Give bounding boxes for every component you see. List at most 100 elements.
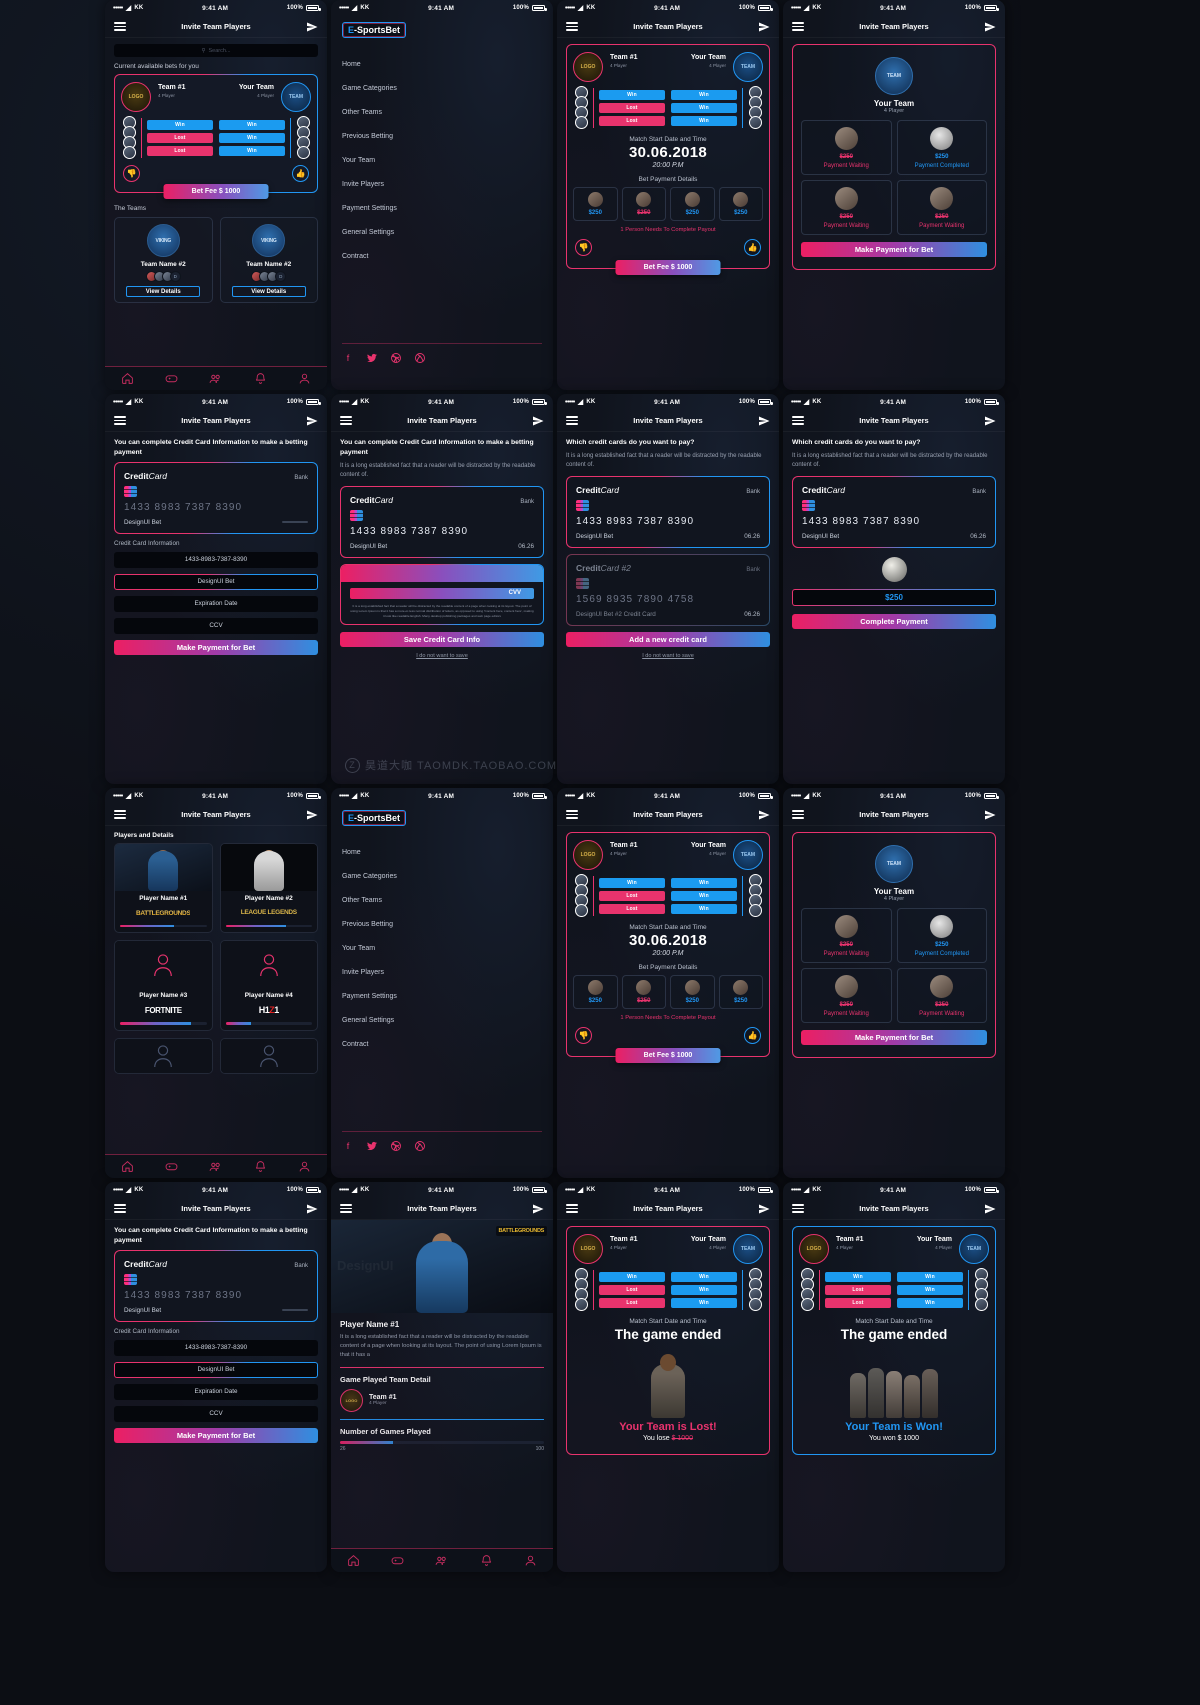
cvv-field[interactable]: CVV [350, 587, 534, 599]
menu-button[interactable] [792, 810, 804, 819]
drawer-item-previous-betting[interactable]: Previous Betting [342, 124, 542, 148]
player-card[interactable]: Player Name #3 FORTNITE [114, 940, 213, 1031]
menu-button[interactable] [792, 1204, 804, 1213]
member-payment-cell[interactable]: $250 Payment Waiting [801, 968, 892, 1023]
bet-fee-button[interactable]: Bet Fee $ 1000 [615, 260, 721, 275]
bell-icon[interactable] [254, 1160, 267, 1173]
complete-payment-button[interactable]: Complete Payment [792, 613, 996, 629]
send-icon[interactable] [758, 809, 770, 821]
do-not-save-link[interactable]: I do not want to save [340, 653, 544, 659]
send-icon[interactable] [984, 809, 996, 821]
drawer-item-general-settings[interactable]: General Settings [342, 220, 542, 244]
cc-name-input[interactable]: DesignUI Bet [114, 574, 318, 590]
member-payment-cell[interactable]: $250 Payment Completed [896, 908, 987, 963]
user-icon[interactable] [298, 1160, 311, 1173]
thumb-down-icon[interactable]: 👎 [123, 165, 140, 182]
make-payment-button[interactable]: Make Payment for Bet [114, 639, 318, 655]
drawer-item-invite-players[interactable]: Invite Players [342, 172, 542, 196]
drawer-item-contract[interactable]: Contract [342, 1032, 542, 1056]
drawer-item-game-categories[interactable]: Game Categories [342, 76, 542, 100]
played-team-row[interactable]: LOGO Team #1 4 Player [340, 1388, 544, 1420]
home-icon[interactable] [347, 1554, 360, 1567]
send-icon[interactable] [532, 415, 544, 427]
menu-button[interactable] [340, 416, 352, 425]
controller-icon[interactable] [165, 372, 178, 385]
controller-icon[interactable] [391, 1554, 404, 1567]
view-details-button[interactable]: View Details [231, 286, 306, 297]
menu-button[interactable] [114, 810, 126, 819]
member-payment-cell[interactable]: $250 Payment Completed [896, 120, 987, 175]
bet-fee-button[interactable]: Bet Fee $ 1000 [163, 184, 269, 199]
bet-fee-button[interactable]: Bet Fee $ 1000 [615, 1048, 721, 1063]
player-card-empty[interactable] [219, 1037, 318, 1074]
team-icon[interactable] [209, 1160, 222, 1173]
menu-button[interactable] [114, 1204, 126, 1213]
send-icon[interactable] [306, 809, 318, 821]
send-icon[interactable] [758, 415, 770, 427]
drawer-item-general-settings[interactable]: General Settings [342, 1008, 542, 1032]
view-details-button[interactable]: View Details [126, 286, 201, 297]
send-icon[interactable] [306, 21, 318, 33]
cc-name-input[interactable]: DesignUI Bet [114, 1362, 318, 1378]
drawer-item-payment-settings[interactable]: Payment Settings [342, 196, 542, 220]
cc-expiry-input[interactable]: Expiration Date [114, 595, 318, 612]
send-icon[interactable] [306, 415, 318, 427]
menu-button[interactable] [114, 416, 126, 425]
cc-expiry-input[interactable]: Expiration Date [114, 1383, 318, 1400]
team-icon[interactable] [435, 1554, 448, 1567]
send-icon[interactable] [984, 415, 996, 427]
cc-ccv-input[interactable]: CCV [114, 1405, 318, 1422]
drawer-item-contract[interactable]: Contract [342, 244, 542, 268]
drawer-item-other-teams[interactable]: Other Teams [342, 100, 542, 124]
member-payment-cell[interactable]: $250 Payment Waiting [896, 180, 987, 235]
cc-number-input[interactable]: 1433-8983-7387-8390 [114, 551, 318, 568]
credit-card-selected[interactable]: CreditCard Bank 1433 8983 7387 8390 Desi… [792, 476, 996, 548]
player-card[interactable]: Player Name #1 BATTLEGROUNDS [114, 843, 213, 934]
drawer-item-payment-settings[interactable]: Payment Settings [342, 984, 542, 1008]
send-icon[interactable] [984, 1203, 996, 1215]
controller-icon[interactable] [165, 1160, 178, 1173]
credit-card-option-2[interactable]: CreditCard #2 Bank 1569 8935 7890 4758 D… [566, 554, 770, 626]
send-icon[interactable] [758, 1203, 770, 1215]
player-card[interactable]: Player Name #2 LEAGUE LEGENDS [219, 843, 318, 934]
home-icon[interactable] [121, 1160, 134, 1173]
thumb-up-icon[interactable]: 👍 [744, 239, 761, 256]
search-input[interactable]: ⚲ Search... [114, 44, 318, 57]
player-card[interactable]: Player Name #4 H1Z1 [219, 940, 318, 1031]
drawer-item-other-teams[interactable]: Other Teams [342, 888, 542, 912]
player-card-empty[interactable] [114, 1037, 213, 1074]
menu-button[interactable] [566, 810, 578, 819]
team-card[interactable]: VIKING Team Name #2 D View Details [219, 217, 318, 303]
make-payment-button[interactable]: Make Payment for Bet [801, 1030, 987, 1045]
make-payment-button[interactable]: Make Payment for Bet [801, 242, 987, 257]
menu-button[interactable] [566, 1204, 578, 1213]
do-not-save-link[interactable]: I do not want to save [566, 653, 770, 659]
thumb-up-icon[interactable]: 👍 [744, 1027, 761, 1044]
member-payment-cell[interactable]: $250 Payment Waiting [801, 180, 892, 235]
menu-button[interactable] [566, 22, 578, 31]
thumb-up-icon[interactable]: 👍 [292, 165, 309, 182]
drawer-item-invite-players[interactable]: Invite Players [342, 960, 542, 984]
drawer-item-your-team[interactable]: Your Team [342, 936, 542, 960]
save-credit-card-button[interactable]: Save Credit Card Info [340, 632, 544, 648]
cc-ccv-input[interactable]: CCV [114, 617, 318, 634]
member-payment-cell[interactable]: $250 Payment Waiting [801, 120, 892, 175]
menu-button[interactable] [792, 22, 804, 31]
bell-icon[interactable] [254, 372, 267, 385]
menu-button[interactable] [792, 416, 804, 425]
team-icon[interactable] [209, 372, 222, 385]
user-icon[interactable] [298, 372, 311, 385]
cc-number-input[interactable]: 1433-8983-7387-8390 [114, 1339, 318, 1356]
thumb-down-icon[interactable]: 👎 [575, 1027, 592, 1044]
team-card[interactable]: VIKING Team Name #2 D View Details [114, 217, 213, 303]
thumb-down-icon[interactable]: 👎 [575, 239, 592, 256]
send-icon[interactable] [758, 21, 770, 33]
menu-button[interactable] [566, 416, 578, 425]
drawer-item-home[interactable]: Home [342, 52, 542, 76]
bell-icon[interactable] [480, 1554, 493, 1567]
drawer-item-your-team[interactable]: Your Team [342, 148, 542, 172]
drawer-item-home[interactable]: Home [342, 840, 542, 864]
send-icon[interactable] [532, 1203, 544, 1215]
member-payment-cell[interactable]: $250 Payment Waiting [896, 968, 987, 1023]
make-payment-button[interactable]: Make Payment for Bet [114, 1427, 318, 1443]
